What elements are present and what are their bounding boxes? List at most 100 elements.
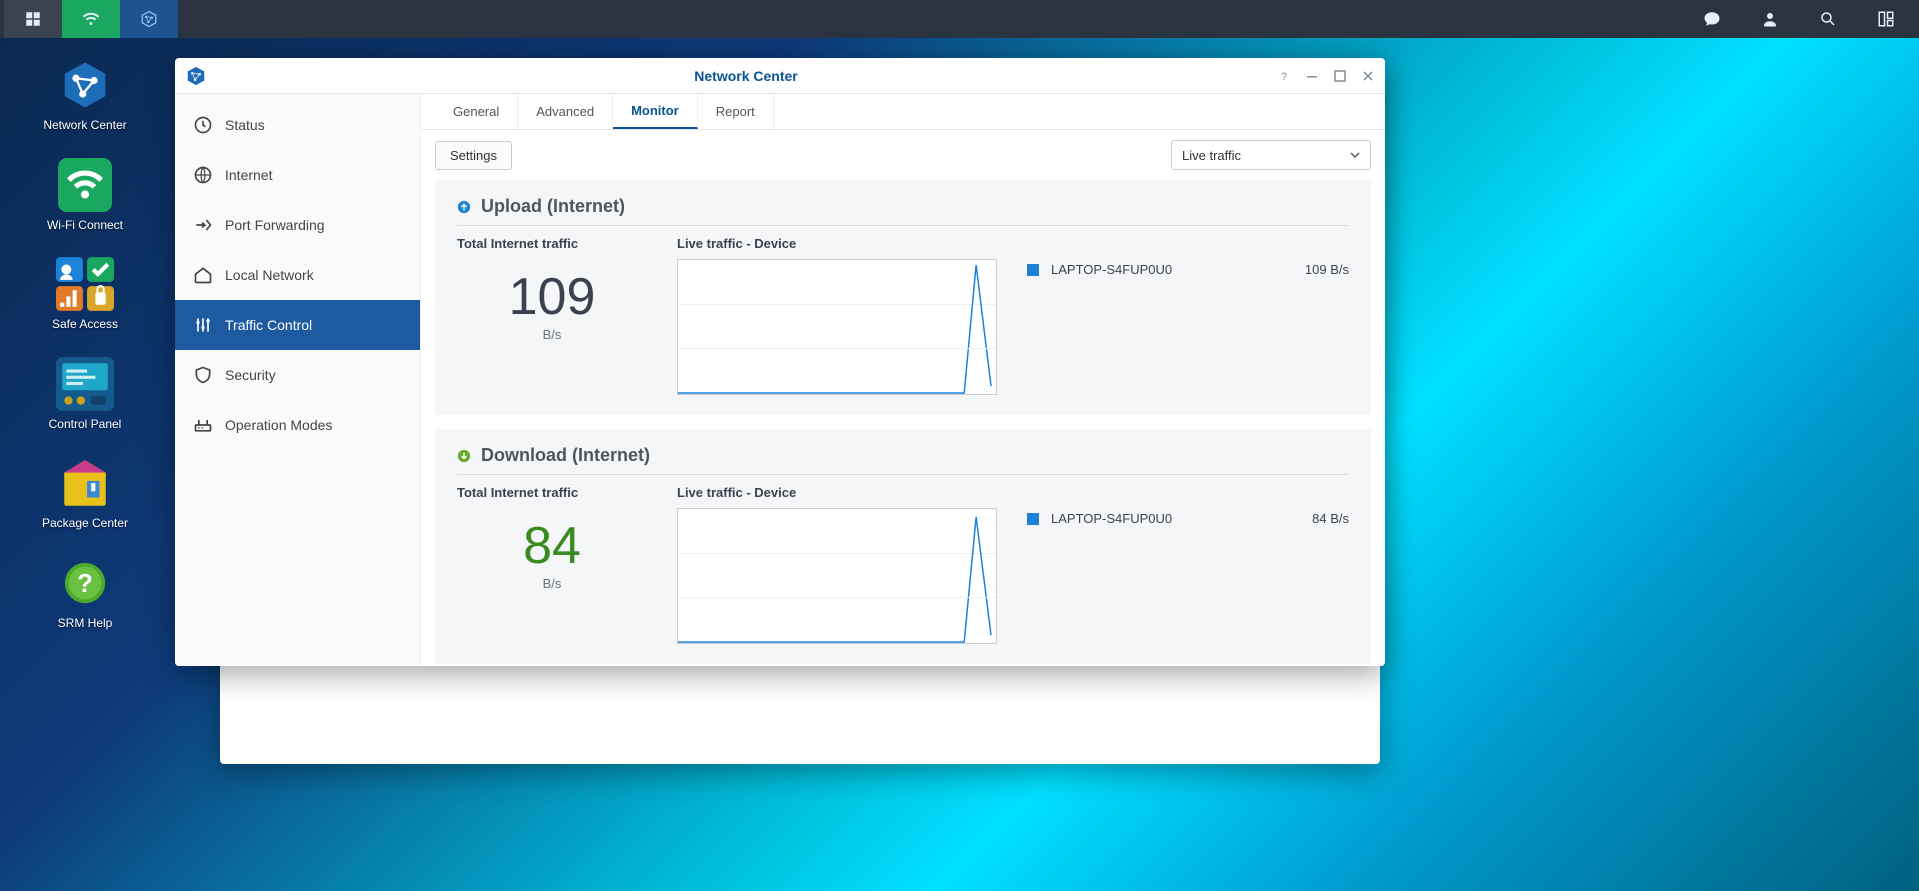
upload-arrow-icon xyxy=(457,200,471,214)
chevron-down-icon xyxy=(1350,150,1360,160)
forward-icon xyxy=(193,215,213,235)
help-icon: ? xyxy=(63,561,107,605)
network-hex-icon xyxy=(185,65,207,87)
traffic-view-select[interactable]: Live traffic xyxy=(1171,140,1371,170)
taskbar-search-button[interactable] xyxy=(1799,0,1857,38)
network-center-window: Network Center ? Status Internet Port Fo… xyxy=(175,58,1385,666)
download-unit: B/s xyxy=(457,576,647,591)
window-title: Network Center xyxy=(215,68,1277,84)
desktop-label: SRM Help xyxy=(58,616,113,632)
taskbar-chat-button[interactable] xyxy=(1683,0,1741,38)
content-area: General Advanced Monitor Report Settings… xyxy=(421,94,1385,666)
desktop-label: Package Center xyxy=(42,516,128,532)
maximize-button[interactable] xyxy=(1333,69,1347,83)
tab-report[interactable]: Report xyxy=(698,94,774,129)
tab-label: Monitor xyxy=(631,103,679,118)
sidebar-item-label: Traffic Control xyxy=(225,317,312,333)
desktop-safe-access[interactable]: Safe Access xyxy=(15,257,155,333)
taskbar xyxy=(0,0,1919,38)
control-panel-icon xyxy=(56,357,114,411)
total-traffic-label: Total Internet traffic xyxy=(457,236,647,251)
tab-label: Report xyxy=(716,104,755,119)
taskbar-wifi-button[interactable] xyxy=(62,0,120,38)
upload-value: 109 xyxy=(457,271,647,323)
desktop-package-center[interactable]: Package Center xyxy=(15,456,155,532)
sidebar-item-security[interactable]: Security xyxy=(175,350,420,400)
shield-icon xyxy=(193,365,213,385)
maximize-icon xyxy=(1334,70,1346,82)
user-icon xyxy=(1761,10,1779,28)
minimize-button[interactable] xyxy=(1305,69,1319,83)
sidebar-item-label: Security xyxy=(225,367,276,383)
taskbar-network-center-button[interactable] xyxy=(120,0,178,38)
legend-swatch xyxy=(1027,264,1039,276)
legend-name: LAPTOP-S4FUP0U0 xyxy=(1051,262,1293,277)
close-button[interactable] xyxy=(1361,69,1375,83)
desktop-srm-help[interactable]: ? SRM Help xyxy=(15,556,155,632)
sidebar: Status Internet Port Forwarding Local Ne… xyxy=(175,94,421,666)
desktop-wifi-connect[interactable]: Wi-Fi Connect xyxy=(15,158,155,234)
legend-row: LAPTOP-S4FUP0U0 84 B/s xyxy=(1027,511,1349,526)
settings-button[interactable]: Settings xyxy=(435,141,512,170)
safe-access-icon xyxy=(56,257,114,311)
sidebar-item-label: Operation Modes xyxy=(225,417,332,433)
desktop: Network Center Wi-Fi Connect Safe Access… xyxy=(0,38,170,652)
package-center-icon xyxy=(56,456,114,510)
upload-chart-line xyxy=(678,260,996,394)
tabs: General Advanced Monitor Report xyxy=(421,94,1385,130)
toolbar: Settings Live traffic xyxy=(421,130,1385,180)
network-hex-icon xyxy=(55,58,115,112)
upload-chart xyxy=(677,259,997,395)
tab-general[interactable]: General xyxy=(435,94,518,129)
legend-value: 84 B/s xyxy=(1312,511,1349,526)
total-traffic-label: Total Internet traffic xyxy=(457,485,647,500)
panel-title: Upload (Internet) xyxy=(481,196,625,217)
sliders-icon xyxy=(193,315,213,335)
sidebar-item-port-forwarding[interactable]: Port Forwarding xyxy=(175,200,420,250)
grid-icon xyxy=(24,10,42,28)
help-button[interactable]: ? xyxy=(1277,69,1291,83)
sidebar-item-operation-modes[interactable]: Operation Modes xyxy=(175,400,420,450)
sidebar-item-local-network[interactable]: Local Network xyxy=(175,250,420,300)
status-icon xyxy=(193,115,213,135)
sidebar-item-label: Local Network xyxy=(225,267,314,283)
taskbar-apps-button[interactable] xyxy=(4,0,62,38)
desktop-label: Safe Access xyxy=(52,317,118,333)
desktop-label: Control Panel xyxy=(49,417,122,433)
sidebar-item-traffic-control[interactable]: Traffic Control xyxy=(175,300,420,350)
svg-text:?: ? xyxy=(77,570,93,598)
network-hex-icon xyxy=(140,10,158,28)
tab-advanced[interactable]: Advanced xyxy=(518,94,613,129)
svg-text:?: ? xyxy=(1281,71,1287,82)
home-network-icon xyxy=(193,265,213,285)
wifi-icon xyxy=(82,10,100,28)
desktop-network-center[interactable]: Network Center xyxy=(15,58,155,134)
taskbar-user-button[interactable] xyxy=(1741,0,1799,38)
download-value: 84 xyxy=(457,520,647,572)
upload-panel: Upload (Internet) Total Internet traffic… xyxy=(435,180,1371,415)
download-panel: Download (Internet) Total Internet traff… xyxy=(435,429,1371,664)
titlebar: Network Center ? xyxy=(175,58,1385,94)
legend-row: LAPTOP-S4FUP0U0 109 B/s xyxy=(1027,262,1349,277)
router-icon xyxy=(193,415,213,435)
legend-swatch xyxy=(1027,513,1039,525)
upload-unit: B/s xyxy=(457,327,647,342)
download-arrow-icon xyxy=(457,449,471,463)
download-chart xyxy=(677,508,997,644)
desktop-control-panel[interactable]: Control Panel xyxy=(15,357,155,433)
sidebar-item-status[interactable]: Status xyxy=(175,100,420,150)
close-icon xyxy=(1362,70,1374,82)
sidebar-item-internet[interactable]: Internet xyxy=(175,150,420,200)
tab-label: Advanced xyxy=(536,104,594,119)
select-value: Live traffic xyxy=(1182,148,1241,163)
search-icon xyxy=(1819,10,1837,28)
legend-name: LAPTOP-S4FUP0U0 xyxy=(1051,511,1300,526)
sidebar-item-label: Internet xyxy=(225,167,272,183)
legend-value: 109 B/s xyxy=(1305,262,1349,277)
tab-monitor[interactable]: Monitor xyxy=(613,94,698,129)
question-icon: ? xyxy=(1278,70,1290,82)
taskbar-widgets-button[interactable] xyxy=(1857,0,1915,38)
download-chart-line xyxy=(678,509,996,643)
minimize-icon xyxy=(1306,70,1318,82)
chart-label: Live traffic - Device xyxy=(677,485,997,500)
